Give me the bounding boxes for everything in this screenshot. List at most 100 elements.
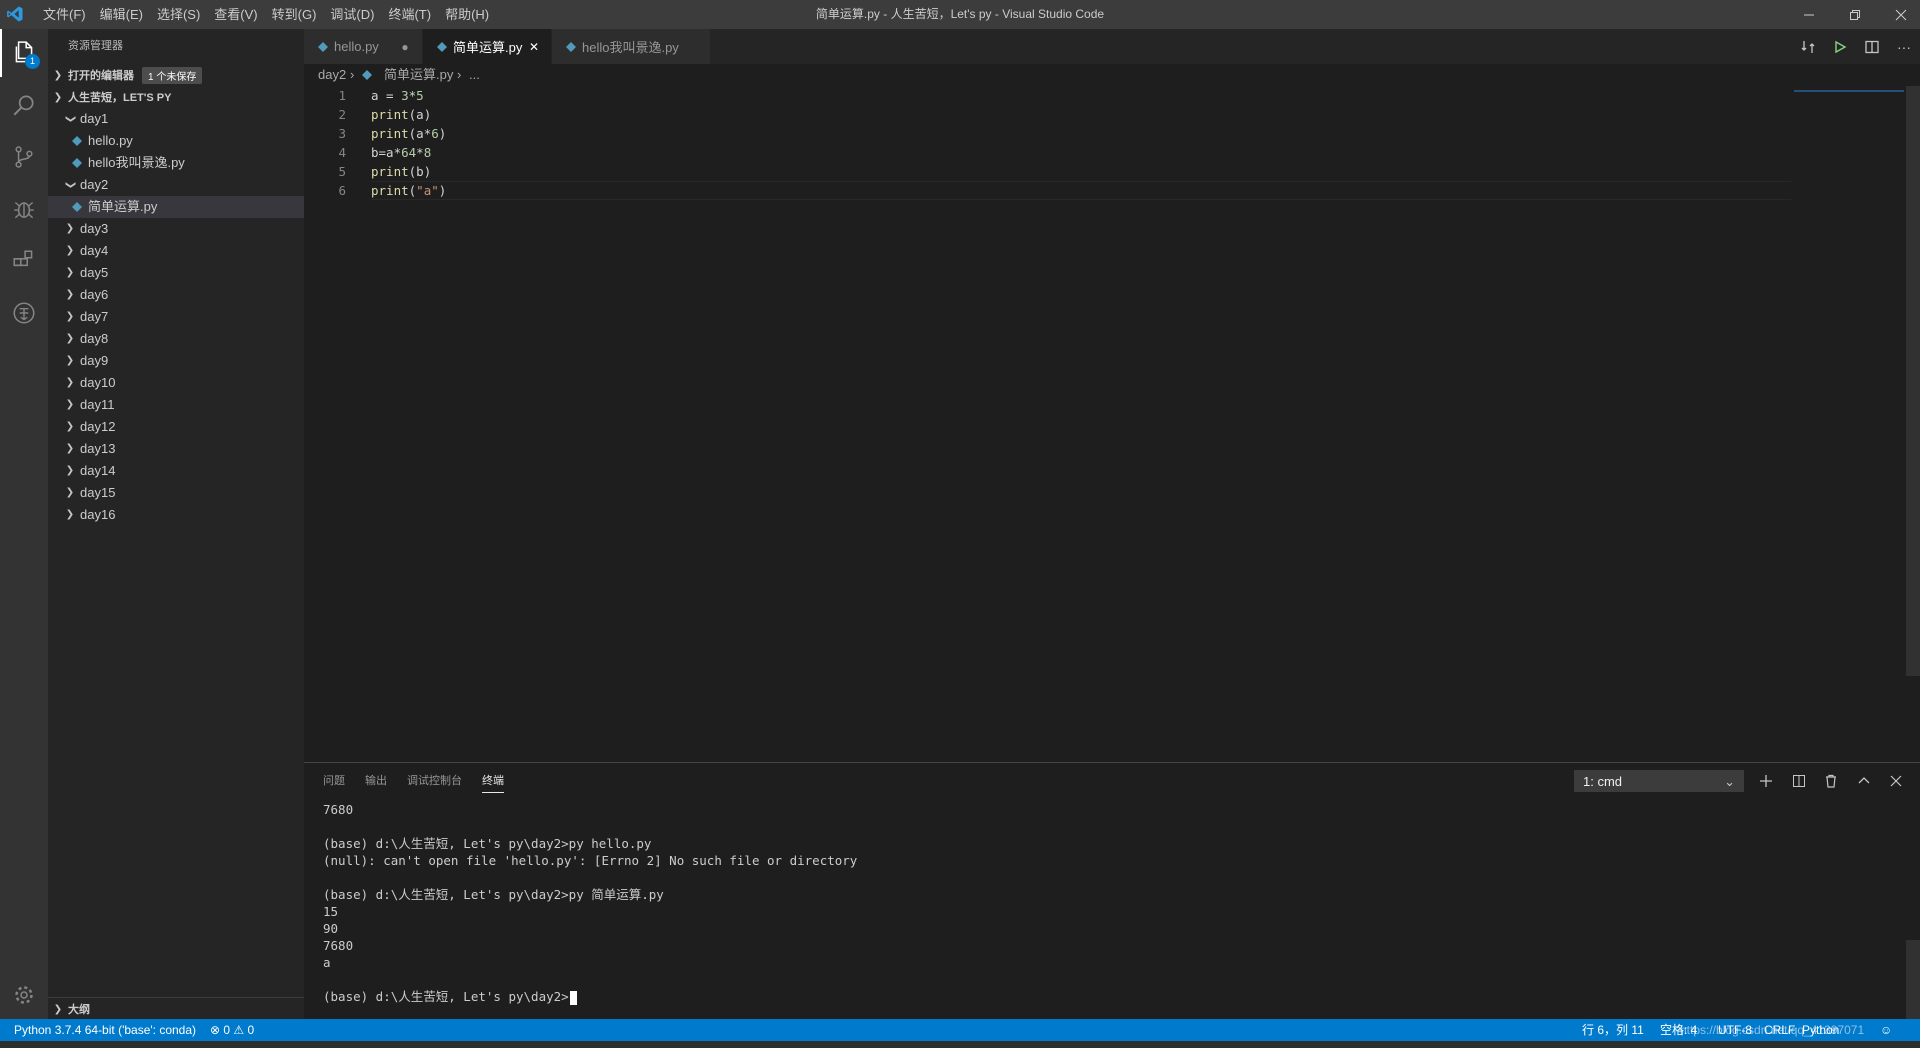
watermark-text: https://blog.csdn.net/qq_41397071 (1680, 1023, 1865, 1037)
tree-folder-item[interactable]: ❯ day1 (48, 108, 304, 130)
tree-folder-item[interactable]: ❯ day13 (48, 438, 304, 460)
python-file-icon (72, 158, 82, 168)
code-line[interactable]: print(a*6) (371, 124, 446, 143)
restore-icon (1850, 9, 1860, 20)
code-line[interactable]: print(a) (371, 105, 431, 124)
tab-simple-ops-py[interactable]: 简单运算.py ✕ (423, 29, 552, 64)
tree-folder-item[interactable]: ❯ day14 (48, 460, 304, 482)
workspace-label: 人生苦短，LET'S PY (68, 92, 172, 104)
title-bar: 文件(F) 编辑(E) 选择(S) 查看(V) 转到(G) 调试(D) 终端(T… (0, 0, 1920, 29)
menu-debug[interactable]: 调试(D) (323, 0, 381, 29)
breadcrumb-file[interactable]: 简单运算.py (384, 64, 453, 86)
code-line[interactable]: a = 3*5 (371, 86, 424, 105)
tab-terminal[interactable]: 终端 (482, 763, 504, 799)
close-window-button[interactable] (1878, 0, 1920, 29)
run-button[interactable] (1824, 29, 1856, 64)
tree-file-item[interactable]: 简单运算.py (48, 196, 304, 218)
menu-edit[interactable]: 编辑(E) (93, 0, 150, 29)
tree-folder-item[interactable]: ❯ day2 (48, 174, 304, 196)
source-control-icon (15, 146, 33, 168)
tree-folder-item[interactable]: ❯ day9 (48, 350, 304, 372)
code-line[interactable]: b=a*64*8 (371, 143, 431, 162)
menu-view[interactable]: 查看(V) (207, 0, 264, 29)
tree-folder-item[interactable]: ❯ day12 (48, 416, 304, 438)
close-icon[interactable]: ✕ (527, 40, 541, 54)
code-editor[interactable]: 123456 a = 3*5 print(a) print(a*6) b=a*64*8… (304, 86, 1920, 762)
tree-item-label: day16 (80, 507, 116, 522)
feedback-icon[interactable]: ☺ (1880, 1019, 1892, 1041)
minimize-button[interactable] (1786, 0, 1832, 29)
tree-folder-item[interactable]: ❯ day15 (48, 482, 304, 504)
code-line[interactable]: print("a") (371, 181, 446, 200)
split-terminal-button[interactable] (1787, 769, 1811, 793)
terminal-line-text: (null): can't open file 'hello.py': [Err… (323, 853, 858, 868)
menu-selection[interactable]: 选择(S) (150, 0, 207, 29)
close-panel-button[interactable] (1884, 769, 1908, 793)
explorer-sidebar: 资源管理器 ❯ 打开的编辑器 1 个未保存 ❯ 人生苦短，LET'S PY ❯ d… (48, 29, 304, 1019)
chevron-right-icon: ❯ (65, 355, 75, 366)
activity-explorer[interactable]: 1 (0, 29, 48, 77)
terminal-scrollbar[interactable] (1906, 940, 1920, 1019)
cursor-position[interactable]: 行 6，列 11 (1582, 1019, 1644, 1041)
activity-remote[interactable] (0, 289, 48, 337)
activity-debug[interactable] (0, 185, 48, 233)
code-token: 8 (423, 145, 432, 160)
menu-help[interactable]: 帮助(H) (438, 0, 496, 29)
activity-extensions[interactable] (0, 237, 48, 285)
line-number: 4 (338, 145, 346, 160)
tree-item-label: 简单运算.py (88, 199, 158, 214)
terminal-select[interactable]: 1: cmd ⌄ (1574, 770, 1744, 792)
code-line[interactable]: print(b) (371, 162, 431, 181)
activity-search[interactable] (0, 81, 48, 129)
code-token: ) (438, 183, 447, 198)
chevron-right-icon: ❯ (65, 377, 75, 388)
tree-folder-item[interactable]: ❯ day16 (48, 504, 304, 526)
tree-folder-item[interactable]: ❯ day3 (48, 218, 304, 240)
breadcrumb-folder[interactable]: day2 (318, 64, 346, 86)
tab-debug-console[interactable]: 调试控制台 (407, 763, 462, 799)
tab-output[interactable]: 输出 (365, 763, 387, 799)
menu-go[interactable]: 转到(G) (265, 0, 324, 29)
python-file-icon (318, 41, 328, 52)
python-interpreter[interactable]: Python 3.7.4 64-bit ('base': conda) (14, 1019, 196, 1041)
python-file-icon (566, 41, 576, 52)
maximize-panel-button[interactable] (1852, 769, 1876, 793)
activity-settings[interactable] (0, 971, 48, 1019)
activity-source-control[interactable] (0, 133, 48, 181)
menu-terminal[interactable]: 终端(T) (381, 0, 438, 29)
tree-folder-item[interactable]: ❯ day11 (48, 394, 304, 416)
menu-file[interactable]: 文件(F) (36, 0, 93, 29)
tree-folder-item[interactable]: ❯ day4 (48, 240, 304, 262)
new-terminal-button[interactable] (1754, 769, 1778, 793)
split-editor-button[interactable] (1856, 29, 1888, 64)
chevron-right-icon: ❯ (53, 69, 63, 81)
restore-button[interactable] (1832, 0, 1878, 29)
workspace-header[interactable]: ❯ 人生苦短，LET'S PY (48, 86, 304, 108)
kill-terminal-button[interactable] (1819, 769, 1843, 793)
problems-count[interactable]: ⊗ 0 ⚠ 0 (210, 1019, 254, 1041)
more-actions-button[interactable]: ··· (1888, 29, 1920, 64)
tree-folder-item[interactable]: ❯ day10 (48, 372, 304, 394)
tree-folder-item[interactable]: ❯ day7 (48, 306, 304, 328)
tab-hello-py[interactable]: hello.py ● (304, 29, 423, 64)
chevron-right-icon: ❯ (53, 1003, 63, 1015)
tab-hello-jingyi-py[interactable]: hello我叫景逸.py (552, 29, 711, 64)
tree-folder-item[interactable]: ❯ day8 (48, 328, 304, 350)
tree-file-item[interactable]: hello.py (48, 130, 304, 152)
breadcrumb-more[interactable]: ... (469, 64, 480, 86)
remote-icon (13, 302, 35, 324)
python-file-icon (72, 202, 82, 212)
minimap-slider[interactable] (1794, 90, 1904, 92)
terminal-line-text: (base) d:\人生苦短, Let's py\day2>py hello.p… (323, 836, 652, 851)
open-editors-header[interactable]: ❯ 打开的编辑器 1 个未保存 (48, 64, 304, 86)
tree-file-item[interactable]: hello我叫景逸.py (48, 152, 304, 174)
chevron-right-icon: ❯ (65, 421, 75, 432)
tree-folder-item[interactable]: ❯ day6 (48, 284, 304, 306)
terminal-line-text: (base) d:\人生苦短, Let's py\day2>py 简单运算.py (323, 887, 664, 902)
tab-problems[interactable]: 问题 (323, 763, 345, 799)
compare-changes-button[interactable] (1792, 29, 1824, 64)
tree-folder-item[interactable]: ❯ day5 (48, 262, 304, 284)
outline-header[interactable]: ❯ 大纲 (48, 997, 304, 1020)
dirty-dot-icon[interactable]: ● (398, 40, 412, 54)
editor-scrollbar[interactable] (1906, 86, 1920, 676)
